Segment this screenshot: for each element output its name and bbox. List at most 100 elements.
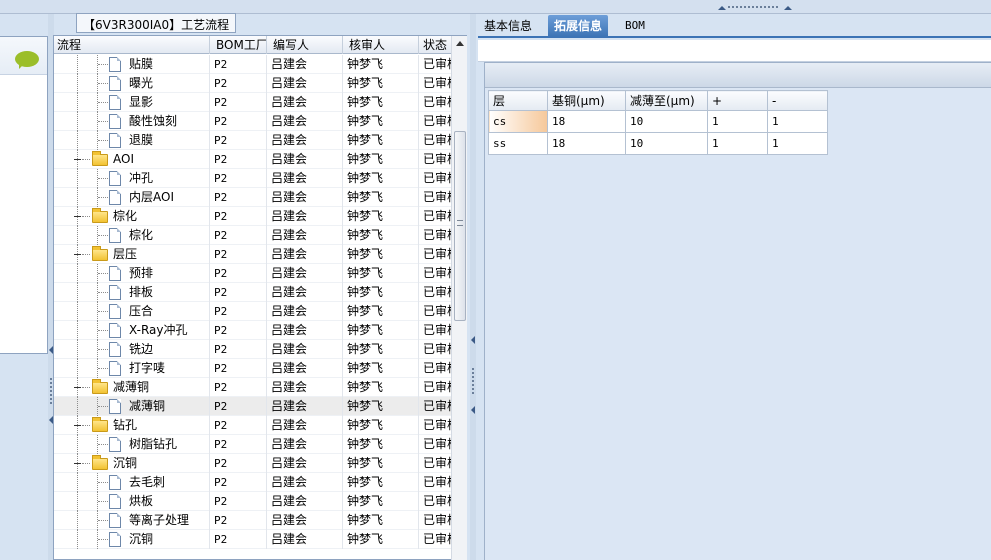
checker-cell[interactable]: 钟梦飞 (343, 473, 419, 492)
cell-thin-to[interactable]: 10 (625, 132, 708, 155)
table-row[interactable]: AOI P2 吕建会 钟梦飞 已审核 (54, 150, 459, 169)
column-header-thin-to[interactable]: 减薄至(μm) (625, 90, 708, 111)
table-row[interactable]: ss 18 10 1 1 (488, 132, 828, 155)
table-row[interactable]: 沉铜 P2 吕建会 钟梦飞 已审核 (54, 454, 459, 473)
process-name-cell[interactable]: 打字唛 (54, 359, 210, 378)
table-row[interactable]: 棕化 P2 吕建会 钟梦飞 已审核 (54, 226, 459, 245)
checker-cell[interactable]: 钟梦飞 (343, 340, 419, 359)
bom-factory-cell[interactable]: P2 (210, 226, 267, 245)
writer-cell[interactable]: 吕建会 (267, 207, 343, 226)
process-name-cell[interactable]: 烘板 (54, 492, 210, 511)
checker-cell[interactable]: 钟梦飞 (343, 283, 419, 302)
table-row[interactable]: 内层AOI P2 吕建会 钟梦飞 已审核 (54, 188, 459, 207)
column-header-layer[interactable]: 层 (488, 90, 548, 111)
checker-cell[interactable]: 钟梦飞 (343, 226, 419, 245)
checker-cell[interactable]: 钟梦飞 (343, 435, 419, 454)
bom-factory-cell[interactable]: P2 (210, 131, 267, 150)
process-name-cell[interactable]: 压合 (54, 302, 210, 321)
chat-bubble-icon[interactable] (15, 51, 39, 69)
process-name-cell[interactable]: 铣边 (54, 340, 210, 359)
collapse-node-icon[interactable] (74, 251, 81, 258)
writer-cell[interactable]: 吕建会 (267, 492, 343, 511)
table-row[interactable]: 烘板 P2 吕建会 钟梦飞 已审核 (54, 492, 459, 511)
table-row[interactable]: cs 18 10 1 1 (488, 110, 828, 133)
bom-factory-cell[interactable]: P2 (210, 321, 267, 340)
process-name-cell[interactable]: 等离子处理 (54, 511, 210, 530)
column-header-base-copper[interactable]: 基铜(μm) (547, 90, 626, 111)
collapse-node-icon[interactable] (74, 422, 81, 429)
process-name-cell[interactable]: 显影 (54, 93, 210, 112)
bom-factory-cell[interactable]: P2 (210, 283, 267, 302)
bom-factory-cell[interactable]: P2 (210, 169, 267, 188)
table-row[interactable]: 酸性蚀刻 P2 吕建会 钟梦飞 已审核 (54, 112, 459, 131)
tab-basic-info[interactable]: 基本信息 (478, 15, 538, 37)
table-row[interactable]: 曝光 P2 吕建会 钟梦飞 已审核 (54, 74, 459, 93)
table-row[interactable]: 贴膜 P2 吕建会 钟梦飞 已审核 (54, 55, 459, 74)
writer-cell[interactable]: 吕建会 (267, 511, 343, 530)
checker-cell[interactable]: 钟梦飞 (343, 416, 419, 435)
middle-splitter[interactable] (470, 14, 476, 560)
cell-layer[interactable]: ss (488, 132, 548, 155)
process-name-cell[interactable]: 曝光 (54, 74, 210, 93)
checker-cell[interactable]: 钟梦飞 (343, 511, 419, 530)
writer-cell[interactable]: 吕建会 (267, 530, 343, 549)
checker-cell[interactable]: 钟梦飞 (343, 492, 419, 511)
bom-factory-cell[interactable]: P2 (210, 492, 267, 511)
checker-cell[interactable]: 钟梦飞 (343, 188, 419, 207)
process-name-cell[interactable]: 内层AOI (54, 188, 210, 207)
cell-base-copper[interactable]: 18 (547, 110, 626, 133)
table-row[interactable]: 减薄铜 P2 吕建会 钟梦飞 已审核 (54, 378, 459, 397)
process-name-cell[interactable]: 排板 (54, 283, 210, 302)
writer-cell[interactable]: 吕建会 (267, 264, 343, 283)
bom-factory-cell[interactable]: P2 (210, 150, 267, 169)
process-name-cell[interactable]: 预排 (54, 264, 210, 283)
collapse-left-icon[interactable] (471, 406, 475, 414)
tab-extended-info[interactable]: 拓展信息 (548, 15, 609, 37)
process-name-cell[interactable]: 层压 (54, 245, 210, 264)
bom-factory-cell[interactable]: P2 (210, 416, 267, 435)
process-name-cell[interactable]: 棕化 (54, 207, 210, 226)
writer-cell[interactable]: 吕建会 (267, 454, 343, 473)
table-row[interactable]: 排板 P2 吕建会 钟梦飞 已审核 (54, 283, 459, 302)
table-row[interactable]: 铣边 P2 吕建会 钟梦飞 已审核 (54, 340, 459, 359)
scroll-up-icon[interactable] (456, 41, 464, 46)
process-name-cell[interactable]: 棕化 (54, 226, 210, 245)
collapse-node-icon[interactable] (74, 384, 81, 391)
bom-factory-cell[interactable]: P2 (210, 340, 267, 359)
checker-cell[interactable]: 钟梦飞 (343, 207, 419, 226)
writer-cell[interactable]: 吕建会 (267, 473, 343, 492)
writer-cell[interactable]: 吕建会 (267, 416, 343, 435)
cell-plus[interactable]: 1 (707, 110, 768, 133)
writer-cell[interactable]: 吕建会 (267, 74, 343, 93)
writer-cell[interactable]: 吕建会 (267, 245, 343, 264)
writer-cell[interactable]: 吕建会 (267, 435, 343, 454)
table-row[interactable]: 减薄铜 P2 吕建会 钟梦飞 已审核 (54, 397, 459, 416)
writer-cell[interactable]: 吕建会 (267, 302, 343, 321)
table-row[interactable]: 层压 P2 吕建会 钟梦飞 已审核 (54, 245, 459, 264)
checker-cell[interactable]: 钟梦飞 (343, 245, 419, 264)
table-row[interactable]: 预排 P2 吕建会 钟梦飞 已审核 (54, 264, 459, 283)
process-name-cell[interactable]: 沉铜 (54, 530, 210, 549)
bom-factory-cell[interactable]: P2 (210, 74, 267, 93)
collapse-node-icon[interactable] (74, 156, 81, 163)
writer-cell[interactable]: 吕建会 (267, 340, 343, 359)
writer-cell[interactable]: 吕建会 (267, 131, 343, 150)
process-name-cell[interactable]: X-Ray冲孔 (54, 321, 210, 340)
table-row[interactable]: 压合 P2 吕建会 钟梦飞 已审核 (54, 302, 459, 321)
table-row[interactable]: 树脂钻孔 P2 吕建会 钟梦飞 已审核 (54, 435, 459, 454)
table-row[interactable]: 冲孔 P2 吕建会 钟梦飞 已审核 (54, 169, 459, 188)
column-header-writer[interactable]: 编写人 (267, 36, 343, 54)
process-name-cell[interactable]: 贴膜 (54, 55, 210, 74)
process-name-cell[interactable]: AOI (54, 150, 210, 169)
table-row[interactable]: 去毛刺 P2 吕建会 钟梦飞 已审核 (54, 473, 459, 492)
collapse-node-icon[interactable] (74, 213, 81, 220)
cell-minus[interactable]: 1 (767, 110, 828, 133)
splitter-grip[interactable] (472, 368, 474, 394)
bom-factory-cell[interactable]: P2 (210, 378, 267, 397)
bom-factory-cell[interactable]: P2 (210, 302, 267, 321)
checker-cell[interactable]: 钟梦飞 (343, 55, 419, 74)
process-name-cell[interactable]: 钻孔 (54, 416, 210, 435)
process-name-cell[interactable]: 沉铜 (54, 454, 210, 473)
table-row[interactable]: 钻孔 P2 吕建会 钟梦飞 已审核 (54, 416, 459, 435)
checker-cell[interactable]: 钟梦飞 (343, 321, 419, 340)
